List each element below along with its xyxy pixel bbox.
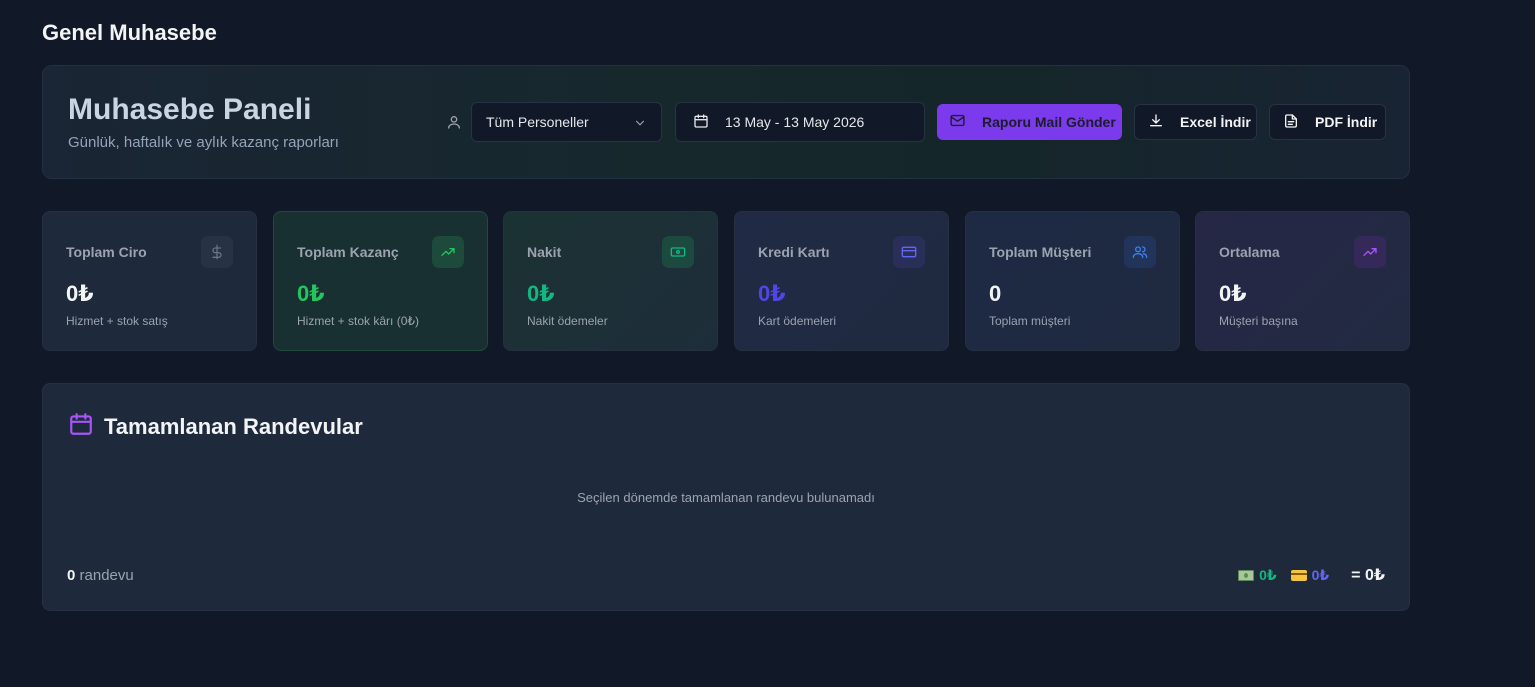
stat-value: 0₺ [66,281,94,306]
chevron-down-icon [633,116,647,130]
dollar-icon [201,236,233,268]
card-total-value: 0₺ [1311,566,1330,583]
stat-sub: Hizmet + stok kârı (0₺) [297,314,419,328]
panel-title: Muhasebe Paneli [68,93,312,126]
send-report-mail-label: Raporu Mail Gönder [982,114,1116,130]
user-icon [446,114,462,130]
stat-value: 0₺ [1219,281,1247,306]
trending-up-icon [432,236,464,268]
cash-total-value: 0₺ [1259,566,1277,583]
stat-card-toplam-musteri: Toplam Müşteri 0 Toplam müşteri [965,211,1180,351]
stat-card-toplam-kazanc: Toplam Kazanç 0₺ Hizmet + stok kârı (0₺) [273,211,488,351]
staff-select[interactable]: Tüm Personeller [471,102,662,142]
appointment-count: 0 randevu [67,567,134,584]
stat-value: 0₺ [527,281,555,306]
completed-appointments-card: Tamamlanan Randevular Seçilen dönemde ta… [42,383,1410,611]
stat-sub: Kart ödemeleri [758,314,837,328]
appointment-count-label: randevu [79,567,134,584]
stat-label: Ortalama [1219,244,1280,260]
cash-total: 0₺ [1238,567,1277,584]
stat-value: 0 [989,281,1002,306]
totals-summary: 0₺ 0₺ = 0₺ [1238,565,1385,585]
excel-download-label: Excel İndir [1180,114,1251,130]
trending-up-icon [1354,236,1386,268]
stat-value: 0₺ [758,281,786,306]
date-range-value: 13 May - 13 May 2026 [725,114,865,130]
credit-card-icon [893,236,925,268]
stat-sub: Nakit ödemeler [527,314,608,328]
mail-icon [949,112,966,132]
stat-card-kredi-karti: Kredi Kartı 0₺ Kart ödemeleri [734,211,949,351]
calendar-icon [68,411,94,442]
stat-card-nakit: Nakit 0₺ Nakit ödemeler [503,211,718,351]
calendar-icon [693,113,709,132]
pdf-download-label: PDF İndir [1315,114,1378,130]
stat-sub: Toplam müşteri [989,314,1071,328]
banknote-icon [662,236,694,268]
header-card: Muhasebe Paneli Günlük, haftalık ve aylı… [42,65,1410,179]
date-range-picker[interactable]: 13 May - 13 May 2026 [675,102,925,142]
banknote-icon [1238,569,1255,581]
grand-total: = 0₺ [1351,567,1385,584]
stat-card-ortalama: Ortalama 0₺ Müşteri başına [1195,211,1410,351]
users-icon [1124,236,1156,268]
stat-sub: Hizmet + stok satış [66,314,168,328]
appointments-title: Tamamlanan Randevular [104,413,363,439]
excel-download-button[interactable]: Excel İndir [1134,104,1257,140]
card-total: 0₺ [1290,566,1330,584]
stat-label: Toplam Müşteri [989,244,1092,260]
empty-state-message: Seçilen dönemde tamamlanan randevu bulun… [577,490,875,505]
appointment-count-value: 0 [67,567,76,584]
staff-select-value: Tüm Personeller [486,114,589,130]
download-icon [1148,113,1164,132]
panel-subtitle: Günlük, haftalık ve aylık kazanç raporla… [68,134,339,151]
appointments-header: Tamamlanan Randevular [68,411,363,442]
stat-value: 0₺ [297,281,325,306]
stat-label: Nakit [527,244,562,260]
stat-label: Toplam Kazanç [297,244,399,260]
stat-sub: Müşteri başına [1219,314,1298,328]
stat-card-toplam-ciro: Toplam Ciro 0₺ Hizmet + stok satış [42,211,257,351]
credit-card-icon [1290,569,1307,581]
stat-label: Kredi Kartı [758,244,830,260]
file-text-icon [1283,113,1299,132]
stat-label: Toplam Ciro [66,244,147,260]
page-title: Genel Muhasebe [42,20,217,45]
send-report-mail-button[interactable]: Raporu Mail Gönder [937,104,1122,140]
pdf-download-button[interactable]: PDF İndir [1269,104,1386,140]
